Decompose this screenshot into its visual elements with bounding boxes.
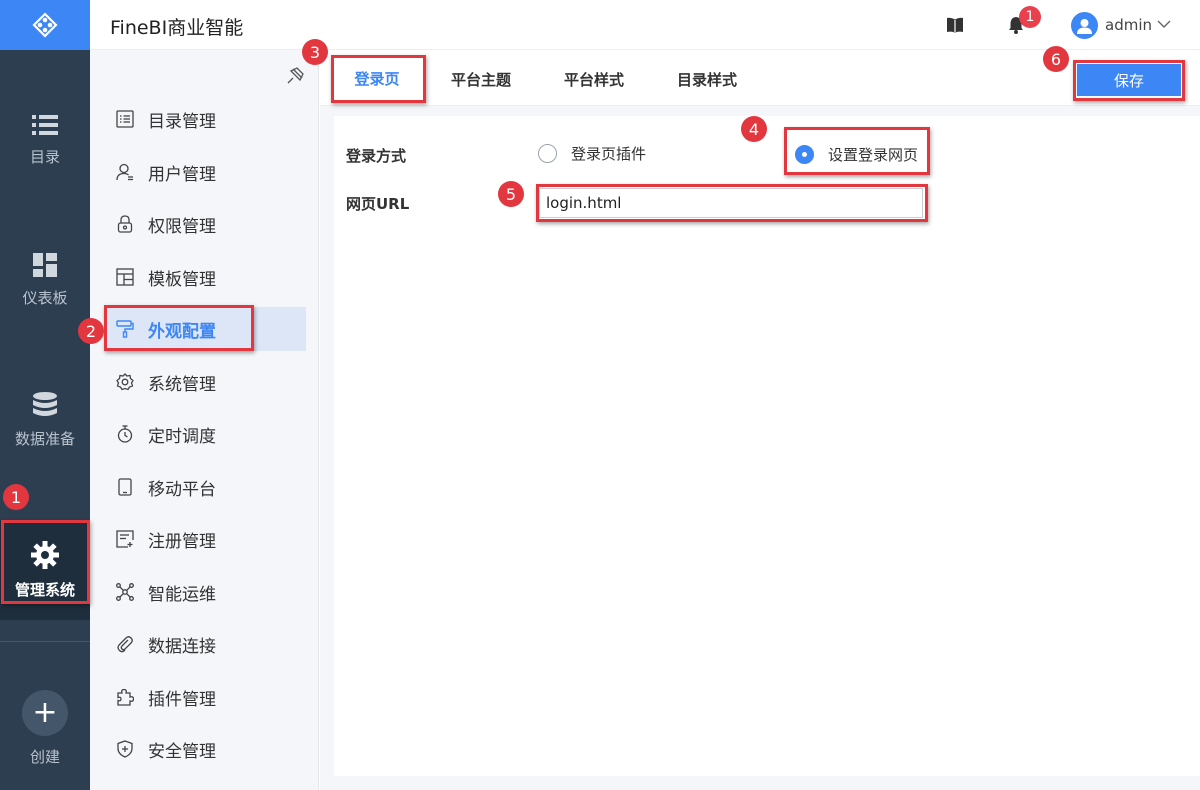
logo[interactable] [0,0,90,50]
gear-icon [31,540,59,569]
radio-custom-login-page[interactable]: 设置登录网页 [795,144,918,165]
finebi-logo-icon [32,12,58,38]
user-avatar-icon [1077,18,1092,34]
rail-item-data-prep[interactable]: 数据准备 [0,370,90,470]
dashboard-icon [33,252,57,277]
settings-icon [116,373,134,391]
menu-item-data-connection[interactable]: 数据连接 [104,622,306,666]
book-icon[interactable] [946,17,964,33]
notification-badge: 1 [1019,6,1041,28]
rail-item-label: 仪表板 [22,288,68,307]
list-icon [32,114,58,135]
menu-item-label: 系统管理 [148,374,216,395]
radio-label: 设置登录网页 [828,146,919,164]
rail-item-label: 目录 [29,147,60,166]
menu-item-users[interactable]: 用户管理 [104,150,306,194]
shield-icon [117,740,133,758]
user-icon [116,163,133,181]
step-marker: 2 [78,318,104,344]
tab-platform-style[interactable]: 平台样式 [555,56,633,102]
rail-item-management[interactable]: 管理系统 [0,520,90,620]
paperclip-icon [117,636,133,653]
radio-unchecked-icon [538,144,557,163]
chevron-down-icon[interactable] [1157,17,1171,31]
menu-item-scheduling[interactable]: 定时调度 [104,412,306,456]
user-name[interactable]: admin [1105,16,1152,34]
menu-item-ops[interactable]: 智能运维 [104,570,306,614]
rail-divider [0,641,90,642]
menu-item-templates[interactable]: 模板管理 [104,255,306,299]
network-icon [116,583,134,601]
login-method-label: 登录方式 [346,147,407,165]
radio-label: 登录页插件 [571,145,647,163]
tab-login-page[interactable]: 登录页 [340,56,414,102]
radio-login-plugin[interactable]: 登录页插件 [538,143,646,164]
menu-item-registration[interactable]: 注册管理 [104,517,306,561]
rail-item-label: 管理系统 [14,580,75,599]
menu-item-system[interactable]: 系统管理 [104,360,306,404]
menu-item-label: 移动平台 [148,479,216,500]
menu-item-label: 智能运维 [148,584,216,605]
menu-item-label: 数据连接 [148,636,216,657]
create-label: 创建 [29,748,60,766]
menu-item-label: 外观配置 [148,321,216,342]
menu-item-label: 插件管理 [148,689,216,710]
menu-item-label: 模板管理 [148,269,216,290]
menu-item-label: 权限管理 [148,216,216,237]
menu-item-mobile[interactable]: 移动平台 [104,465,306,509]
menu-item-label: 用户管理 [148,164,216,185]
menu-item-plugins[interactable]: 插件管理 [104,675,306,719]
menu-item-security[interactable]: 安全管理 [104,727,306,771]
catalog-icon [116,110,134,128]
register-icon [116,530,134,548]
save-button[interactable]: 保存 [1077,64,1181,96]
menu-item-label: 安全管理 [148,741,216,762]
database-icon [33,391,57,416]
step-marker: 3 [302,39,328,65]
rail-item-catalog[interactable]: 目录 [0,90,90,190]
create-button[interactable]: + [22,690,68,736]
url-input[interactable] [539,188,923,218]
step-marker: 5 [498,181,524,207]
tab-platform-theme[interactable]: 平台主题 [442,56,520,102]
url-label: 网页URL [346,195,410,213]
app-title: FineBI商业智能 [110,17,244,39]
step-marker: 1 [3,484,29,510]
plus-icon: + [32,695,58,730]
rail-item-label: 数据准备 [14,429,75,448]
puzzle-icon [117,688,134,706]
menu-item-label: 目录管理 [148,111,216,132]
mobile-icon [118,478,132,496]
rail-item-dashboard[interactable]: 仪表板 [0,230,90,330]
step-marker: 6 [1043,46,1069,72]
menu-item-label: 定时调度 [148,426,216,447]
radio-checked-icon [795,145,814,164]
pin-icon[interactable] [287,66,305,84]
menu-item-label: 注册管理 [148,531,216,552]
step-marker: 4 [741,116,767,142]
lock-icon [117,215,133,233]
paint-roller-icon [116,320,134,338]
menu-item-catalog[interactable]: 目录管理 [104,97,306,141]
template-icon [116,268,134,286]
menu-item-permissions[interactable]: 权限管理 [104,202,306,246]
menu-item-appearance[interactable]: 外观配置 [104,307,306,351]
avatar[interactable] [1071,12,1098,39]
timer-icon [117,425,133,443]
tab-catalog-style[interactable]: 目录样式 [668,56,746,102]
